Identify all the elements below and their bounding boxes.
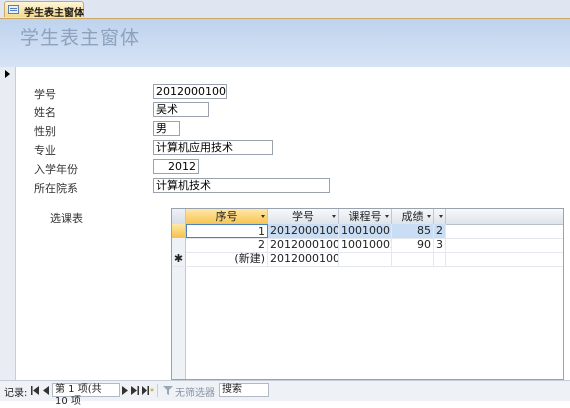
label-department: 所在院系 (34, 182, 78, 195)
record-label: 记录: (4, 388, 28, 399)
subform-label: 选课表 (50, 212, 83, 225)
document-tab-strip: 学生表主窗体 (0, 0, 570, 19)
column-header-extra[interactable] (434, 209, 446, 224)
chevron-down-icon[interactable] (427, 215, 431, 218)
cell-course-id-new[interactable] (339, 252, 392, 266)
tab-student-main-form[interactable]: 学生表主窗体 (4, 1, 84, 19)
previous-record-icon[interactable] (42, 386, 50, 395)
label-name: 姓名 (34, 106, 56, 119)
form-icon (8, 5, 19, 14)
cell-course-id[interactable]: 10010001 (339, 224, 392, 238)
field-gender[interactable]: 男 (153, 121, 180, 136)
record-navigation-bar: 记录: 第 1 项(共 10 项 * 无筛选器 搜索 (0, 380, 570, 407)
cell-student-id[interactable]: 201200010005 (268, 224, 339, 238)
column-header-student-id[interactable]: 学号 (268, 209, 339, 224)
cell-seq[interactable]: 1 (186, 224, 268, 238)
new-record-icon: ✱ (172, 252, 186, 266)
cell-extra[interactable]: 3 (434, 238, 446, 252)
form-title: 学生表主窗体 (20, 27, 141, 49)
cell-score-new[interactable] (392, 252, 434, 266)
label-student-id: 学号 (34, 88, 56, 101)
filter-icon (163, 386, 173, 395)
cell-extra-new[interactable] (434, 252, 446, 266)
chevron-down-icon[interactable] (439, 215, 443, 218)
next-record-icon[interactable] (121, 386, 129, 395)
column-header-seq[interactable]: 序号 (186, 209, 268, 224)
field-student-id[interactable]: 201200010005 (153, 84, 227, 99)
column-header-course-id-label: 课程号 (348, 210, 382, 223)
field-major[interactable]: 计算机应用技术 (153, 140, 273, 155)
new-record-row[interactable]: ✱ (新建) 201200010005 (172, 252, 563, 267)
nav-divider (157, 384, 158, 397)
chevron-down-icon[interactable] (385, 215, 389, 218)
svg-text:*: * (150, 387, 154, 395)
label-gender: 性别 (34, 125, 56, 138)
grid-header: 序号 学号 课程号 成绩 (172, 209, 563, 225)
cell-seq[interactable]: 2 (186, 238, 268, 252)
cell-score[interactable]: 90 (392, 238, 434, 252)
cell-seq-new[interactable]: (新建) (186, 252, 268, 266)
label-enroll-year: 入学年份 (34, 163, 78, 176)
course-selection-subform[interactable]: 序号 学号 课程号 成绩 1 201200010005 10010001 85 … (171, 208, 564, 380)
row-selector[interactable] (172, 238, 186, 252)
label-major: 专业 (34, 144, 56, 157)
no-filter-toggle[interactable]: 无筛选器 (175, 384, 215, 399)
tab-label: 学生表主窗体 (24, 8, 84, 19)
column-header-student-id-label: 学号 (292, 210, 314, 223)
current-record-box[interactable]: 第 1 项(共 10 项 (52, 383, 120, 407)
column-header-seq-label: 序号 (215, 210, 238, 223)
cell-student-id-new[interactable]: 201200010005 (268, 252, 339, 266)
select-all-corner[interactable] (172, 209, 186, 224)
cell-score[interactable]: 85 (392, 224, 434, 238)
current-record-arrow-icon (5, 70, 10, 78)
field-department[interactable]: 计算机技术 (153, 178, 330, 193)
new-record-nav-icon[interactable]: * (142, 386, 154, 395)
cell-student-id[interactable]: 201200010005 (268, 238, 339, 252)
cell-course-id[interactable]: 10010002 (339, 238, 392, 252)
first-record-icon[interactable] (31, 386, 39, 395)
field-enroll-year[interactable]: 2012 (153, 159, 199, 174)
table-row[interactable]: 2 201200010005 10010002 90 3 (172, 238, 563, 253)
table-row[interactable]: 1 201200010005 10010001 85 2 (172, 224, 563, 239)
chevron-down-icon[interactable] (261, 215, 265, 218)
cell-extra[interactable]: 2 (434, 224, 446, 238)
form-header: 学生表主窗体 (0, 19, 570, 67)
row-selector[interactable] (172, 224, 186, 238)
last-record-icon[interactable] (131, 386, 139, 395)
chevron-down-icon[interactable] (332, 215, 336, 218)
row-selector-column (172, 267, 186, 379)
search-input[interactable]: 搜索 (219, 383, 269, 397)
field-name[interactable]: 吴术 (153, 102, 209, 117)
record-selector[interactable] (0, 67, 16, 380)
column-header-score[interactable]: 成绩 (392, 209, 434, 224)
column-header-score-label: 成绩 (401, 210, 424, 223)
column-header-course-id[interactable]: 课程号 (339, 209, 392, 224)
